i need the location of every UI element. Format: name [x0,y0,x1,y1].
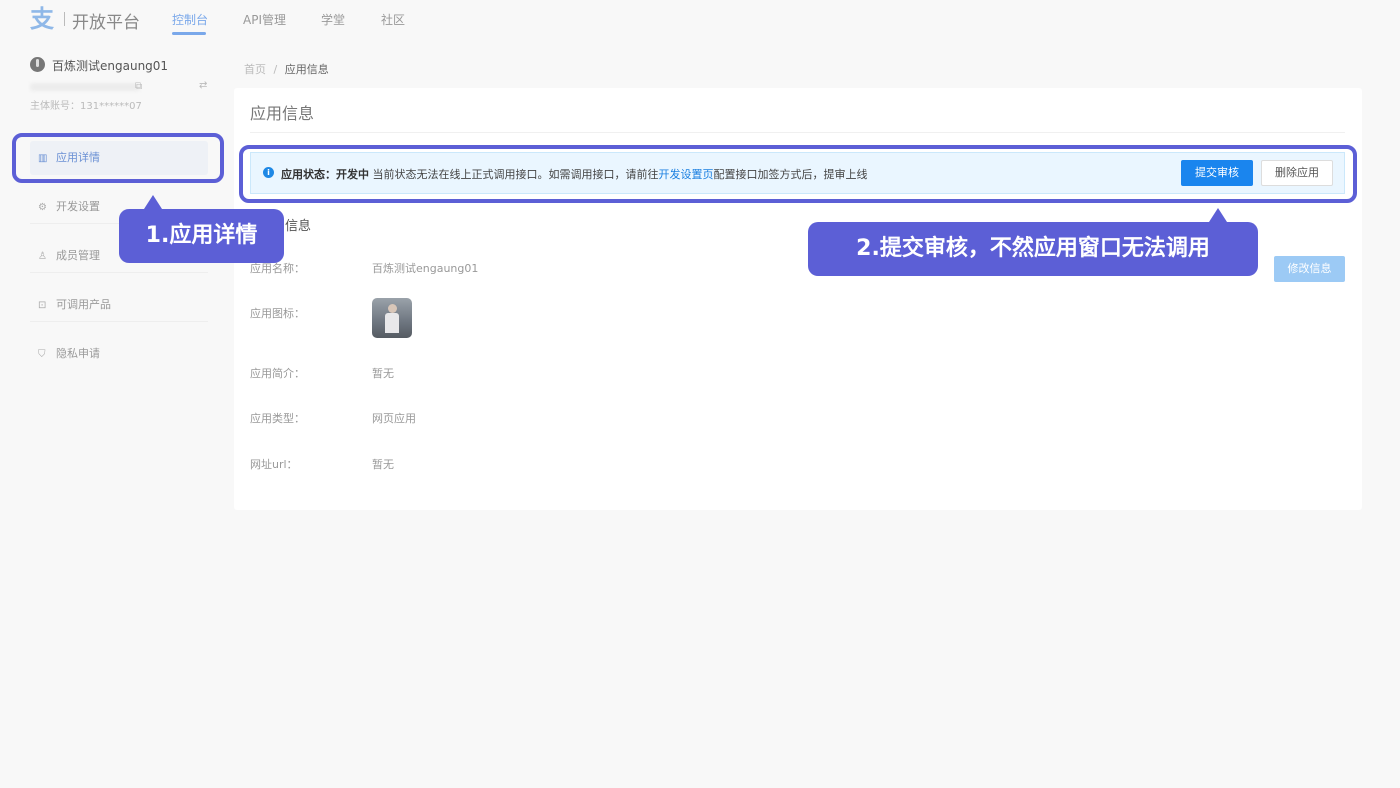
field-label-app-desc: 应用简介： [250,367,305,380]
account-id: 主体账号：131******07 [30,101,142,112]
section-title: 信息 [285,219,312,234]
highlight-box-status-alert [239,145,1357,203]
field-value-url: 暂无 [372,458,394,471]
highlight-box-app-details [12,133,224,183]
field-value-app-type: 网页应用 [372,412,416,425]
sidebar-item-label: 开发设置 [56,200,100,213]
app-icon-image [372,298,412,338]
sidebar-item-privacy[interactable]: ⛉ 隐私申请 [30,337,208,371]
copy-icon[interactable]: ⧉ [135,81,142,92]
field-value-app-desc: 暂无 [372,367,394,380]
field-label-app-icon: 应用图标： [250,307,305,320]
sidebar-item-label: 成员管理 [56,249,100,262]
sidebar-item-label: 可调用产品 [56,298,111,311]
breadcrumb-home[interactable]: 首页 [244,63,266,76]
settings-doc-icon: ⚙ [38,202,47,213]
nav-api-management[interactable]: API管理 [243,11,286,28]
breadcrumb: 首页 / 应用信息 [244,61,329,77]
alipay-logo-icon[interactable]: 支 [30,6,56,32]
sidebar-item-products[interactable]: ⊡ 可调用产品 [30,288,208,322]
account-name: 百炼测试engaung01 [52,59,169,73]
top-nav-bar: 支 开放平台 控制台 API管理 学堂 社区 [0,0,1400,40]
members-icon: ♙ [38,251,47,262]
title-divider [250,132,1345,133]
callout-arrow-2 [1209,208,1227,222]
field-value-app-name: 百炼测试engaung01 [372,262,479,275]
breadcrumb-separator: / [273,63,278,76]
nav-community[interactable]: 社区 [381,11,405,28]
account-blurred-info [30,83,140,91]
platform-name[interactable]: 开放平台 [72,8,140,33]
nav-active-indicator [172,32,206,35]
page-title: 应用信息 [250,104,315,123]
logo-divider [64,12,65,26]
field-label-url: 网址url： [250,458,298,471]
nav-console[interactable]: 控制台 [172,11,208,28]
field-label-app-type: 应用类型： [250,412,305,425]
callout-step-1: 1.应用详情 [119,209,284,263]
breadcrumb-current: 应用信息 [284,63,329,76]
edit-info-button[interactable]: 修改信息 [1274,256,1345,282]
switch-account-icon[interactable]: ⇄ [199,80,207,91]
callout-step-2: 2.提交审核，不然应用窗口无法调用 [808,222,1258,276]
callout-arrow-1 [144,195,162,209]
nav-academy[interactable]: 学堂 [321,11,345,28]
account-avatar [30,57,45,72]
sidebar-item-label: 隐私申请 [56,347,100,360]
shield-icon: ⛉ [38,349,46,360]
product-icon: ⊡ [38,300,47,311]
